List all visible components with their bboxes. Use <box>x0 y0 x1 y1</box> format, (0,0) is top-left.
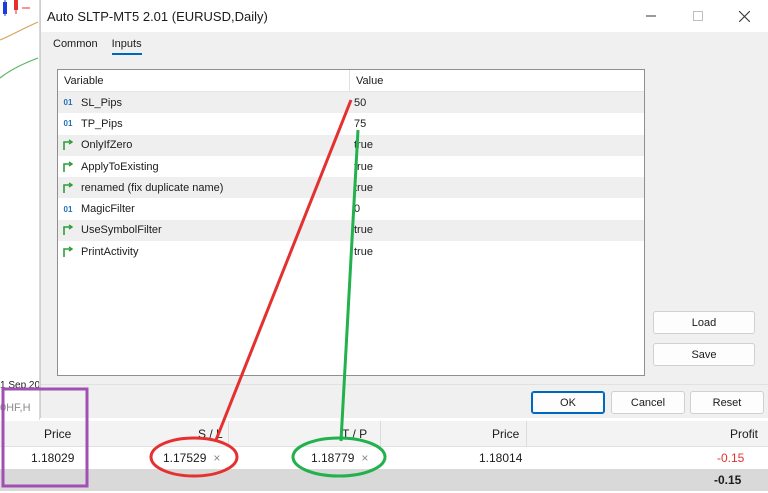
input-row-apply-to-existing[interactable]: ApplyToExisting true <box>58 156 644 177</box>
input-row-renamed[interactable]: renamed (fix duplicate name) true <box>58 177 644 199</box>
maximize-button <box>674 0 721 32</box>
column-header-price-current[interactable]: Price <box>492 427 519 441</box>
input-name: UseSymbolFilter <box>81 224 162 237</box>
input-value[interactable]: true <box>350 139 373 151</box>
input-value[interactable]: true <box>350 182 373 194</box>
cancel-button[interactable]: Cancel <box>611 391 685 414</box>
save-button[interactable]: Save <box>653 343 755 366</box>
open-price: 1.18029 <box>31 451 75 465</box>
grid-header: Variable Value <box>58 70 644 92</box>
dialog-button-bar: OK Cancel Reset <box>41 384 768 418</box>
bool-icon <box>61 224 75 236</box>
dialog-title: Auto SLTP-MT5 2.01 (EURUSD,Daily) <box>47 8 268 24</box>
tab-common[interactable]: Common <box>53 38 98 55</box>
minimize-button[interactable] <box>627 0 674 32</box>
int-icon: 01 <box>63 98 73 108</box>
column-header-variable[interactable]: Variable <box>58 70 350 91</box>
input-value[interactable]: 0 <box>350 203 360 215</box>
input-value[interactable]: true <box>350 161 373 173</box>
column-header-price[interactable]: Price <box>44 427 71 441</box>
input-row-magic-filter[interactable]: 01 MagicFilter 0 <box>58 198 644 219</box>
input-row-sl-pips[interactable]: 01 SL_Pips 50 <box>58 92 644 114</box>
input-row-use-symbol-filter[interactable]: UseSymbolFilter true <box>58 219 644 242</box>
column-header-value[interactable]: Value <box>350 70 383 91</box>
bool-icon <box>61 160 75 173</box>
input-value[interactable]: 50 <box>350 97 366 109</box>
input-name: ApplyToExisting <box>81 160 159 173</box>
input-value[interactable]: true <box>350 224 373 236</box>
tab-inputs[interactable]: Inputs <box>111 38 142 55</box>
input-name: OnlyIfZero <box>81 139 133 152</box>
close-button[interactable] <box>721 0 768 32</box>
input-row-tp-pips[interactable]: 01 TP_Pips 75 <box>58 113 644 134</box>
int-icon: 01 <box>63 119 73 129</box>
column-header-sl[interactable]: S / L <box>198 427 223 441</box>
input-value[interactable]: 75 <box>350 118 366 130</box>
input-name: MagicFilter <box>81 203 135 216</box>
current-price: 1.18014 <box>479 451 523 465</box>
stop-loss-value[interactable]: 1.17529 × <box>163 451 220 465</box>
load-button[interactable]: Load <box>653 311 755 334</box>
bool-icon <box>61 182 75 194</box>
int-icon: 01 <box>63 204 73 214</box>
minimize-icon <box>645 15 656 17</box>
remove-sl-icon[interactable]: × <box>213 451 220 465</box>
column-header-tp[interactable]: T / P <box>342 427 367 441</box>
bool-icon <box>61 246 75 258</box>
close-icon <box>739 10 750 22</box>
profit-value: -0.15 <box>717 451 745 465</box>
ok-button[interactable]: OK <box>531 391 605 414</box>
input-name: renamed (fix duplicate name) <box>81 181 224 194</box>
price-chart-background: 1 Sep 20 <box>0 0 40 420</box>
input-row-print-activity[interactable]: PrintActivity true <box>58 241 644 262</box>
total-profit: -0.15 <box>714 473 742 487</box>
reset-button[interactable]: Reset <box>690 391 764 414</box>
window-controls <box>627 0 768 32</box>
candlestick-chart <box>0 0 39 79</box>
chart-date-label: 1 Sep 20 <box>0 380 40 391</box>
chart-tab-strip-text: 0HF,H <box>0 402 31 414</box>
trade-row[interactable]: 1.18029 1.17529 × 1.18779 × 1.18014 -0.15 <box>0 447 768 469</box>
take-profit-value[interactable]: 1.18779 × <box>311 451 368 465</box>
bool-icon <box>61 139 75 151</box>
input-name: SL_Pips <box>81 96 122 109</box>
dialog-tabs: Common Inputs <box>53 38 142 55</box>
column-header-profit[interactable]: Profit <box>730 427 758 441</box>
input-name: PrintActivity <box>81 245 139 258</box>
trade-total-row: -0.15 <box>0 469 768 491</box>
remove-tp-icon[interactable]: × <box>361 451 368 465</box>
inputs-grid: Variable Value 01 SL_Pips 50 01 TP_Pips 75… <box>57 69 645 376</box>
maximize-icon <box>692 11 703 21</box>
trade-terminal-table: Price S / L T / P Price Profit 1.18029 1… <box>0 421 768 493</box>
ea-properties-dialog: Auto SLTP-MT5 2.01 (EURUSD,Daily) Common… <box>40 0 768 418</box>
trade-table-header: Price S / L T / P Price Profit <box>0 421 768 447</box>
input-value[interactable]: true <box>350 246 373 258</box>
input-row-only-if-zero[interactable]: OnlyIfZero true <box>58 134 644 156</box>
input-name: TP_Pips <box>81 117 123 130</box>
